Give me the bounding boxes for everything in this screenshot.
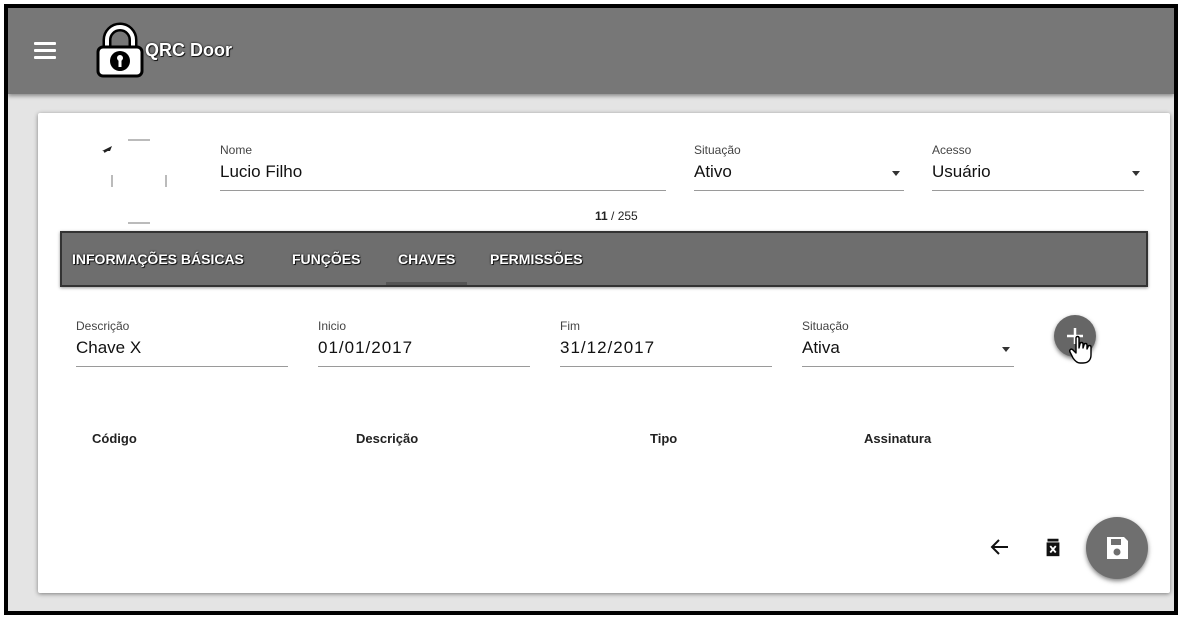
column-header-tipo[interactable]: Tipo bbox=[650, 431, 677, 446]
key-status-select-value[interactable]: Ativa bbox=[802, 338, 1014, 367]
name-field[interactable]: Nome Lucio Filho bbox=[220, 143, 666, 191]
chevron-down-icon bbox=[1002, 347, 1010, 352]
column-header-assinatura[interactable]: Assinatura bbox=[864, 431, 931, 446]
key-description-label: Descrição bbox=[76, 319, 130, 333]
counter-max: / 255 bbox=[607, 209, 638, 223]
counter-current: 11 bbox=[595, 209, 608, 223]
access-select[interactable]: Acesso Usuário bbox=[932, 143, 1144, 191]
lock-icon bbox=[96, 22, 144, 78]
key-end-label: Fim bbox=[560, 319, 580, 333]
plus-icon bbox=[1067, 328, 1083, 344]
tab-chaves[interactable]: CHAVES bbox=[385, 233, 468, 285]
key-status-value: Ativa bbox=[802, 338, 840, 357]
status-select[interactable]: Situação Ativo bbox=[694, 143, 904, 191]
status-label: Situação bbox=[694, 143, 741, 157]
key-description-input[interactable]: Chave X bbox=[76, 338, 288, 367]
key-end-input[interactable]: 31/12/2017 bbox=[560, 338, 772, 367]
key-status-label: Situação bbox=[802, 319, 849, 333]
access-select-value[interactable]: Usuário bbox=[932, 162, 1144, 191]
key-start-label: Inicio bbox=[318, 319, 347, 333]
key-start-input[interactable]: 01/01/2017 bbox=[318, 338, 530, 367]
key-description-field[interactable]: Descrição Chave X bbox=[76, 319, 288, 367]
access-label: Acesso bbox=[932, 143, 972, 157]
tab-informacoes-basicas[interactable]: INFORMAÇÕES BÁSICAS bbox=[72, 233, 244, 285]
app-bar: QRC Door bbox=[8, 8, 1174, 94]
access-value: Usuário bbox=[932, 162, 991, 181]
tab-bar: INFORMAÇÕES BÁSICAS FUNÇÕES CHAVES PERMI… bbox=[60, 231, 1148, 287]
status-select-value[interactable]: Ativo bbox=[694, 162, 904, 191]
key-end-field[interactable]: Fim 31/12/2017 bbox=[560, 319, 772, 367]
add-key-button[interactable] bbox=[1054, 315, 1096, 357]
key-status-select[interactable]: Situação Ativa bbox=[802, 319, 1014, 367]
column-header-descricao[interactable]: Descrição bbox=[356, 431, 418, 446]
user-form-card: Nome Lucio Filho 11 / 255 Situação Ativo… bbox=[38, 113, 1170, 593]
arrow-left-icon[interactable] bbox=[988, 535, 1012, 559]
key-start-field[interactable]: Inicio 01/01/2017 bbox=[318, 319, 530, 367]
avatar-placeholder[interactable] bbox=[100, 137, 212, 227]
chevron-down-icon bbox=[892, 171, 900, 176]
delete-icon[interactable] bbox=[1042, 535, 1064, 559]
app-window: QRC Door Nome Lucio Filho 11 / 255 Situa… bbox=[4, 4, 1178, 615]
name-input[interactable]: Lucio Filho bbox=[220, 162, 666, 191]
name-label: Nome bbox=[220, 143, 253, 157]
tab-funcoes[interactable]: FUNÇÕES bbox=[292, 233, 360, 285]
tab-permissoes[interactable]: PERMISSÕES bbox=[490, 233, 583, 285]
save-icon bbox=[1107, 537, 1128, 559]
app-title: QRC Door bbox=[145, 40, 232, 60]
status-value: Ativo bbox=[694, 162, 732, 181]
name-char-counter: 11 / 255 bbox=[595, 209, 638, 223]
save-button[interactable] bbox=[1086, 517, 1148, 579]
menu-icon[interactable] bbox=[34, 42, 56, 60]
chevron-down-icon bbox=[1132, 171, 1140, 176]
column-header-codigo[interactable]: Código bbox=[92, 431, 137, 446]
